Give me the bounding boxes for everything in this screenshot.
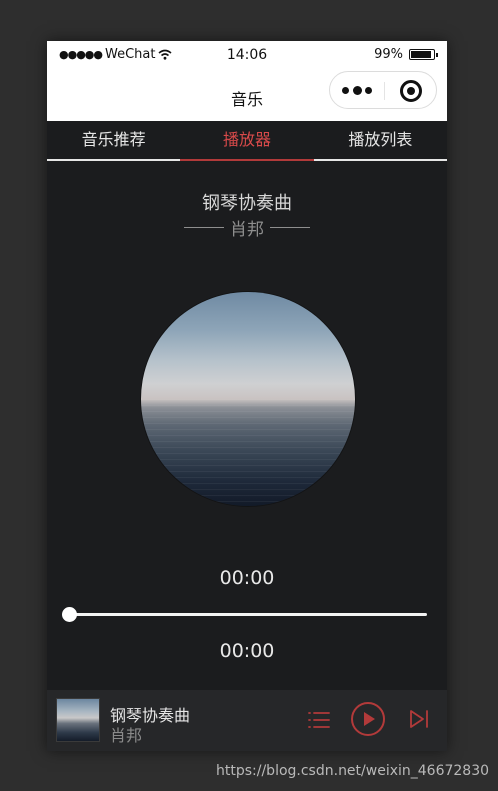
ellipsis-icon[interactable]: [342, 82, 372, 98]
tab-recommend[interactable]: 音乐推荐: [47, 121, 180, 159]
mini-album-cover[interactable]: [56, 698, 100, 742]
watermark-url: https://blog.csdn.net/weixin_46672830: [216, 763, 490, 779]
battery-icon: [409, 49, 438, 60]
tab-player[interactable]: 播放器: [180, 121, 314, 161]
progress-slider[interactable]: [62, 607, 427, 622]
album-cover: [141, 292, 355, 506]
mini-song-artist: 肖邦: [110, 726, 143, 745]
progress-thumb[interactable]: [62, 607, 77, 622]
nav-bar: 音乐: [47, 69, 447, 121]
song-artist-row: 肖邦: [47, 215, 447, 240]
battery-level-fill: [411, 51, 431, 58]
tab-bar: 音乐推荐 播放器 播放列表: [47, 121, 447, 161]
mini-player[interactable]: 钢琴协奏曲 肖邦: [47, 690, 447, 751]
status-right: 99%: [374, 47, 438, 62]
play-icon[interactable]: [350, 701, 386, 737]
target-circle-icon[interactable]: [400, 80, 422, 102]
status-bar: ●●●●● WeChat 14:06 99%: [47, 41, 447, 69]
tab-playlist[interactable]: 播放列表: [314, 121, 447, 159]
divider-line: [270, 227, 310, 228]
next-track-icon[interactable]: [407, 707, 431, 731]
current-time: 00:00: [219, 567, 275, 589]
playlist-icon[interactable]: [307, 708, 331, 732]
progress-track: [69, 613, 427, 616]
battery-percent: 99%: [374, 47, 403, 62]
phone-frame: ●●●●● WeChat 14:06 99% 音乐 音乐推荐 播放器 播放列表: [47, 41, 447, 751]
divider-line: [184, 227, 224, 228]
total-time: 00:00: [219, 640, 275, 662]
song-artist: 肖邦: [230, 220, 264, 240]
capsule-divider: [384, 82, 385, 100]
song-title: 钢琴协奏曲: [202, 193, 292, 214]
menu-capsule: [329, 71, 437, 109]
